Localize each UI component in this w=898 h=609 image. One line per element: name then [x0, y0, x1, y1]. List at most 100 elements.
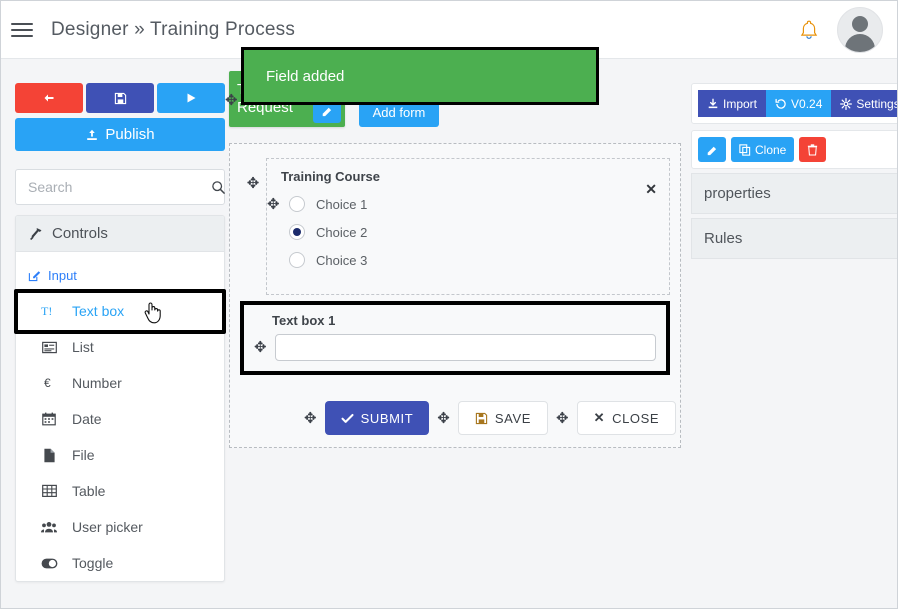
search-input[interactable] [26, 178, 211, 196]
sidebar-item-toggle[interactable]: Toggle [16, 545, 224, 581]
add-form-label: Add form [372, 105, 426, 120]
properties-section[interactable]: properties [691, 173, 897, 214]
arrow-left-icon [42, 91, 56, 105]
form-canvas: ✥ Training Course ✕ ✥ Choice 1 Choice 2 [229, 143, 681, 448]
upload-icon [85, 128, 99, 142]
sidebar-item-label: Number [72, 375, 122, 391]
move-icon[interactable]: ✥ [267, 197, 280, 212]
controls-header-label: Controls [52, 225, 108, 242]
sidebar-item-label: Toggle [72, 555, 114, 571]
sidebar-item-text-box[interactable]: T! Text box [16, 293, 224, 329]
left-sidebar: Publish Controls [14, 83, 226, 582]
drag-handle[interactable]: ✥ [240, 158, 266, 191]
text-box-1-input[interactable] [274, 334, 656, 361]
save-button[interactable] [86, 83, 154, 113]
run-button[interactable] [157, 83, 225, 113]
floppy-disk-icon [475, 412, 488, 425]
rules-section[interactable]: Rules [691, 218, 897, 259]
hammer-icon [28, 226, 44, 242]
avatar-body [845, 33, 875, 52]
version-button[interactable]: V0.24 [766, 90, 832, 117]
move-icon[interactable]: ✥ [556, 411, 569, 426]
controls-header: Controls [16, 216, 224, 252]
svg-text:€: € [44, 376, 51, 390]
field-text-box-1[interactable]: Text box 1 ✥ [240, 301, 670, 375]
radio-choice-1[interactable] [289, 196, 305, 212]
radio-choice-3[interactable] [289, 252, 305, 268]
move-icon[interactable]: ✥ [254, 340, 267, 355]
edit-button[interactable] [698, 137, 726, 162]
close-label: CLOSE [612, 410, 660, 426]
search-icon[interactable] [211, 180, 226, 195]
sidebar-item-label: User picker [72, 519, 143, 535]
move-icon[interactable]: ✥ [304, 411, 317, 426]
avatar[interactable] [837, 6, 883, 53]
sidebar-item-label: Table [72, 483, 106, 499]
euro-icon: € [40, 376, 58, 390]
sidebar-item-table[interactable]: Table [16, 473, 224, 509]
form-action-row: ✥ SUBMIT ✥ SAVE ✥ ✕ CLOSE [240, 401, 677, 435]
sidebar-item-file[interactable]: File [16, 437, 224, 473]
choice-label: Choice 3 [316, 252, 368, 268]
import-label: Import [723, 96, 758, 111]
move-icon[interactable]: ✥ [437, 411, 450, 426]
publish-label: Publish [105, 126, 155, 143]
bell-icon[interactable] [799, 19, 819, 41]
submit-button[interactable]: SUBMIT [324, 401, 430, 435]
sidebar-item-label: Text box [72, 303, 125, 319]
version-label: V0.24 [791, 96, 823, 111]
toggle-icon [40, 558, 58, 569]
sidebar-group-input-label: Input [48, 268, 77, 283]
center-canvas-area: ✥ Training Request Add form [225, 71, 681, 448]
sidebar-item-label: Date [72, 411, 102, 427]
list-icon [40, 341, 58, 354]
delete-button[interactable] [799, 137, 827, 162]
users-icon [40, 521, 58, 534]
textbox-label: Text box 1 [272, 313, 336, 328]
choice-row[interactable]: Choice 1 [289, 196, 657, 212]
table-icon [40, 484, 58, 498]
sidebar-item-date[interactable]: Date [16, 401, 224, 437]
sidebar-item-number[interactable]: € Number [16, 365, 224, 401]
radio-group-training-course[interactable]: Training Course ✕ ✥ Choice 1 Choice 2 Ch… [266, 158, 670, 295]
settings-button[interactable]: Settings [831, 90, 897, 117]
choice-label: Choice 2 [316, 224, 368, 240]
choice-row[interactable]: Choice 3 [289, 252, 657, 268]
toast-notification: Field added [241, 47, 599, 105]
close-icon: ✕ [593, 410, 606, 425]
submit-label: SUBMIT [360, 410, 414, 426]
publish-button[interactable]: Publish [15, 118, 225, 151]
choice-row[interactable]: Choice 2 [289, 224, 657, 240]
check-icon [341, 412, 354, 425]
clone-label: Clone [755, 142, 787, 157]
copy-icon [739, 143, 751, 156]
toast-message: Field added [266, 67, 345, 85]
header-right-group [799, 6, 883, 53]
trash-icon [807, 143, 818, 156]
pencil-icon [706, 144, 718, 156]
back-button[interactable] [15, 83, 83, 113]
search-box[interactable] [15, 169, 225, 205]
sidebar-item-list[interactable]: List [16, 329, 224, 365]
close-form-button[interactable]: ✕ CLOSE [576, 401, 677, 435]
move-icon[interactable]: ✥ [247, 176, 260, 191]
sidebar-item-label: File [72, 447, 95, 463]
sidebar-item-label: List [72, 339, 94, 355]
file-icon [40, 448, 58, 463]
sidebar-toolbar [15, 83, 225, 113]
properties-label: properties [704, 185, 771, 202]
import-button[interactable]: Import [698, 90, 767, 117]
clone-button[interactable]: Clone [731, 137, 795, 162]
radio-choice-2[interactable] [289, 224, 305, 240]
textbox-row: ✥ [254, 334, 656, 361]
hamburger-icon[interactable] [11, 19, 33, 41]
group-title: Training Course [281, 169, 380, 184]
sidebar-item-user-picker[interactable]: User picker [16, 509, 224, 545]
choice-label: Choice 1 [316, 196, 368, 212]
pencil-icon [321, 105, 333, 117]
sidebar-group-input[interactable]: Input [16, 252, 224, 293]
history-icon [775, 98, 787, 110]
move-icon[interactable]: ✥ [225, 93, 238, 108]
play-icon [184, 91, 198, 105]
save-form-button[interactable]: SAVE [457, 401, 548, 435]
